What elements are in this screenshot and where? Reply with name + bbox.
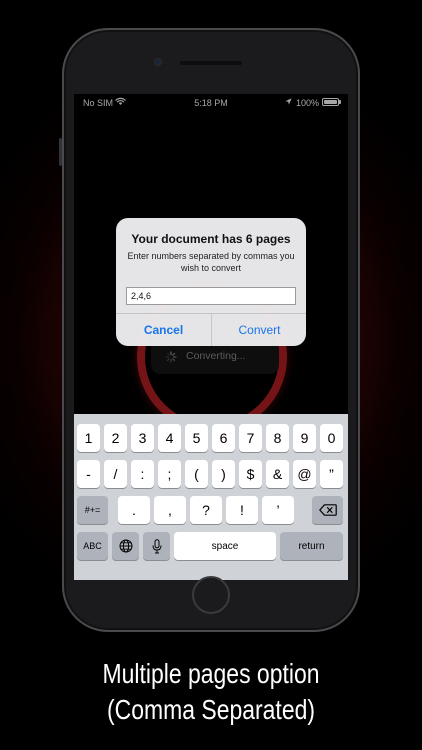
- convert-button[interactable]: Convert: [212, 314, 306, 346]
- page-selection-alert: Your document has 6 pages Enter numbers …: [116, 218, 306, 346]
- key-open-paren[interactable]: (: [185, 460, 208, 488]
- key-hyphen[interactable]: -: [77, 460, 100, 488]
- alert-title: Your document has 6 pages: [131, 232, 291, 246]
- symbols-toggle-key[interactable]: #+=: [77, 496, 108, 524]
- key-8[interactable]: 8: [266, 424, 289, 452]
- abc-key[interactable]: ABC: [77, 532, 108, 560]
- key-comma[interactable]: ,: [154, 496, 186, 524]
- earpiece-speaker: [180, 61, 242, 65]
- key-question[interactable]: ?: [190, 496, 222, 524]
- key-2[interactable]: 2: [104, 424, 127, 452]
- cancel-button[interactable]: Cancel: [116, 314, 211, 346]
- return-key[interactable]: return: [280, 532, 343, 560]
- caption-line-1: Multiple pages option: [102, 658, 320, 689]
- globe-key[interactable]: [112, 532, 139, 560]
- key-slash[interactable]: /: [104, 460, 127, 488]
- key-period[interactable]: .: [118, 496, 150, 524]
- key-colon[interactable]: :: [131, 460, 154, 488]
- microphone-icon: [152, 538, 161, 553]
- key-dollar[interactable]: $: [239, 460, 262, 488]
- key-3[interactable]: 3: [131, 424, 154, 452]
- phone-screen: No SIM 5:18 PM 100% Converting... Your d…: [74, 94, 348, 580]
- backspace-icon: [318, 504, 337, 516]
- key-0[interactable]: 0: [320, 424, 343, 452]
- key-6[interactable]: 6: [212, 424, 235, 452]
- delete-key[interactable]: [312, 496, 343, 524]
- key-quote[interactable]: ”: [320, 460, 343, 488]
- phone-frame: No SIM 5:18 PM 100% Converting... Your d…: [59, 28, 360, 632]
- caption: Multiple pages option (Comma Separated): [38, 656, 384, 728]
- key-at[interactable]: @: [293, 460, 316, 488]
- key-4[interactable]: 4: [158, 424, 181, 452]
- page-numbers-input[interactable]: [126, 287, 296, 305]
- key-apostrophe[interactable]: ’: [262, 496, 294, 524]
- key-exclamation[interactable]: !: [226, 496, 258, 524]
- key-close-paren[interactable]: ): [212, 460, 235, 488]
- key-5[interactable]: 5: [185, 424, 208, 452]
- globe-icon: [119, 539, 132, 553]
- key-ampersand[interactable]: &: [266, 460, 289, 488]
- key-1[interactable]: 1: [77, 424, 100, 452]
- alert-message: Enter numbers separated by commas you wi…: [127, 251, 295, 273]
- caption-line-2: (Comma Separated): [107, 694, 315, 725]
- key-9[interactable]: 9: [293, 424, 316, 452]
- front-camera: [155, 59, 161, 65]
- home-button[interactable]: [192, 576, 230, 614]
- space-key[interactable]: space: [174, 532, 276, 560]
- key-semicolon[interactable]: ;: [158, 460, 181, 488]
- key-7[interactable]: 7: [239, 424, 262, 452]
- numeric-keyboard: 1 2 3 4 5 6 7 8 9 0 - / : ; ( ) $ & @ ” …: [74, 414, 348, 580]
- dictation-key[interactable]: [143, 532, 170, 560]
